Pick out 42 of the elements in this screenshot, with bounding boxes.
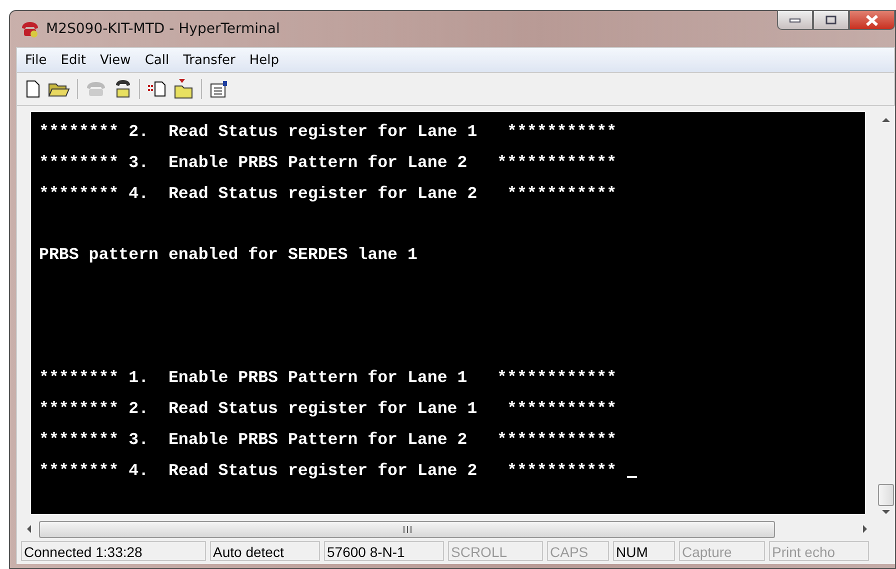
send-file-icon[interactable]: [147, 80, 167, 98]
minimize-icon: [789, 17, 801, 23]
minimize-button[interactable]: [777, 10, 813, 30]
status-panel: 57600 8-N-1: [324, 541, 444, 561]
scroll-left-icon[interactable]: [25, 524, 33, 534]
menu-item[interactable]: Edit: [60, 52, 86, 68]
maximize-icon: [825, 15, 837, 25]
menu-item[interactable]: File: [25, 52, 47, 68]
scroll-right-icon[interactable]: [861, 524, 869, 534]
menu-item[interactable]: View: [100, 52, 131, 68]
terminal-line: PRBS pattern enabled for SERDES lane 1: [39, 245, 418, 264]
receive-file-icon[interactable]: [174, 79, 194, 99]
status-panel: Connected 1:33:28: [21, 541, 206, 561]
scroll-up-icon[interactable]: [881, 116, 891, 124]
status-panel: Capture: [679, 541, 765, 561]
properties-icon[interactable]: [209, 79, 229, 99]
terminal-line: ******** 3. Enable PRBS Pattern for Lane 2 ************: [39, 430, 617, 449]
scrollbar-thumb[interactable]: [39, 520, 775, 538]
menu-item[interactable]: Help: [249, 52, 280, 68]
status-panel: NUM: [613, 541, 675, 561]
terminal-line: ******** 4. Read Status register for Lane 2 ***********: [39, 184, 617, 203]
terminal-line: ******** 2. Read Status register for Lane 1 ***********: [39, 399, 617, 418]
terminal-line: ******** 4. Read Status register for Lane 2 ***********: [39, 460, 617, 480]
scroll-down-icon[interactable]: [881, 508, 891, 516]
close-icon: [865, 14, 879, 26]
terminal-line: ******** 2. Read Status register for Lane 1 ***********: [39, 122, 617, 141]
status-panel: SCROLL: [448, 541, 543, 561]
window-title: M2S090-KIT-MTD - HyperTerminal: [46, 21, 280, 37]
telephone-icon[interactable]: [114, 79, 132, 99]
status-panel: CAPS: [547, 541, 609, 561]
terminal-line: ******** 1. Enable PRBS Pattern for Lane 1 ************: [39, 368, 617, 388]
maximize-button[interactable]: [813, 10, 849, 30]
status-panel: Print echo: [769, 541, 869, 561]
new-file-icon[interactable]: [25, 80, 41, 98]
menu-item[interactable]: Call: [144, 52, 170, 68]
menu-item[interactable]: Transfer: [183, 52, 236, 68]
close-button[interactable]: [849, 10, 895, 30]
terminal-line: ******** 3. Enable PRBS Pattern for Lane 2 ************: [39, 152, 617, 172]
grip-icon: [402, 526, 412, 532]
scrollbar-thumb[interactable]: [878, 484, 894, 506]
status-panel: Auto detect: [210, 541, 320, 561]
telephone-icon: [20, 20, 40, 38]
